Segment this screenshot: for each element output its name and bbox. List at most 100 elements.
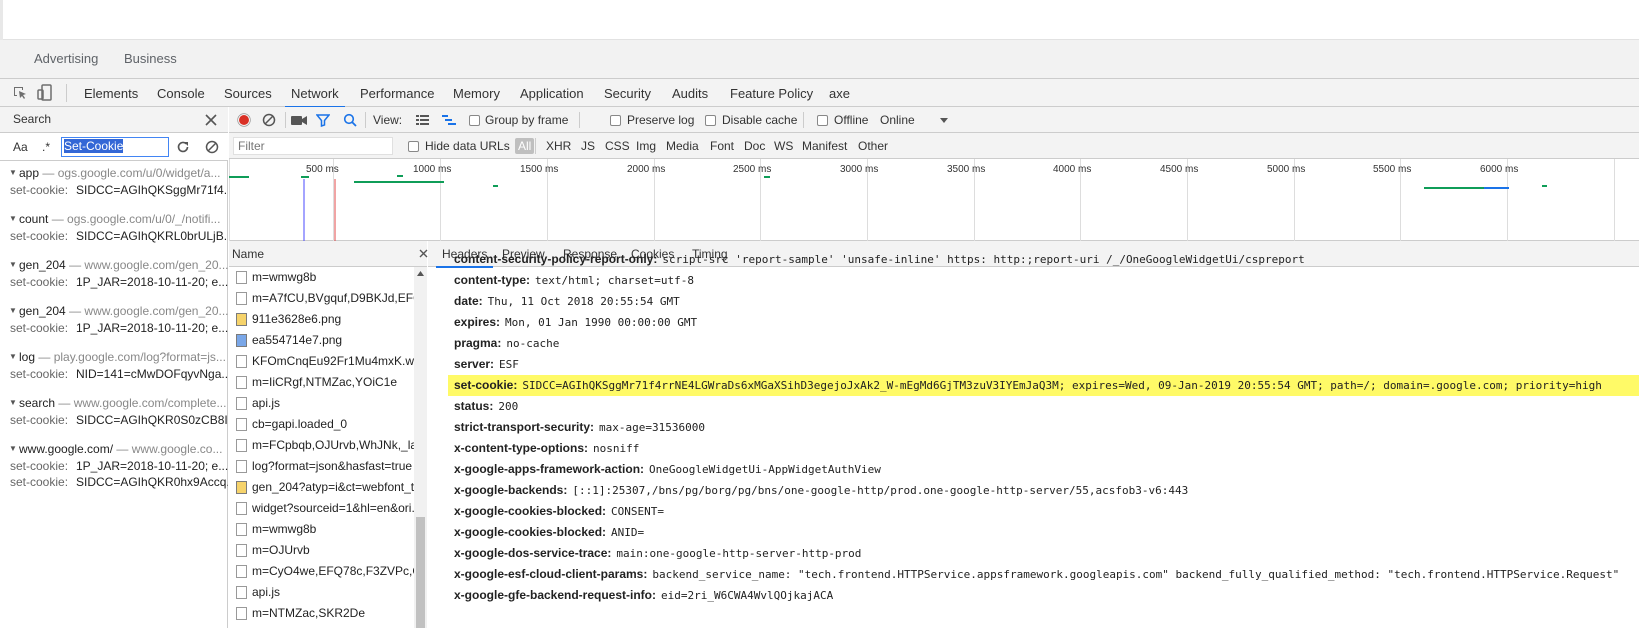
large-rows-icon[interactable] [416, 115, 429, 126]
hide-data-urls-label: Hide data URLs [425, 139, 510, 153]
header-row: expires: Mon, 01 Jan 1990 00:00:00 GMT [428, 312, 1639, 333]
match-case-toggle[interactable]: Aa [13, 140, 28, 154]
request-name: log?format=json&hasfast=true [252, 459, 413, 473]
filter-type-font[interactable]: Font [710, 139, 734, 153]
throttling-select[interactable]: Online [880, 113, 915, 127]
file-icon [236, 565, 247, 578]
screenshot-camera-icon[interactable] [291, 114, 307, 126]
request-name: m=OJUrvb [252, 543, 310, 557]
tab-elements[interactable]: Elements [84, 86, 138, 101]
advertising-link[interactable]: Advertising [34, 51, 98, 66]
scroll-up-arrow-icon[interactable] [417, 271, 424, 276]
request-row[interactable]: cb=gapi.loaded_0 [229, 414, 414, 435]
device-toolbar-icon[interactable] [37, 84, 53, 102]
search-result-line[interactable]: set-cookie: 1P_JAR=2018-10-11-20; e... [0, 459, 228, 475]
search-result-line[interactable]: set-cookie: NID=141=cMwDOFqyvNga... [0, 367, 228, 383]
filter-type-all[interactable]: All [515, 138, 535, 154]
refresh-icon[interactable] [176, 140, 190, 154]
search-input[interactable]: Set-Cookie [61, 137, 169, 157]
filter-type-ws[interactable]: WS [774, 139, 793, 153]
tab-performance[interactable]: Performance [360, 86, 434, 101]
tab-audits[interactable]: Audits [672, 86, 708, 101]
filter-type-media[interactable]: Media [666, 139, 699, 153]
search-result-line[interactable]: set-cookie: SIDCC=AGIhQKR0hx9Accq... [0, 475, 228, 491]
request-row[interactable]: m=A7fCU,BVgquf,D9BKJd,EFQ [229, 288, 414, 309]
search-result-title[interactable]: ▼ gen_204 — www.google.com/gen_20... [0, 257, 228, 275]
disable-cache-checkbox[interactable] [705, 115, 716, 126]
search-result-title[interactable]: ▼ search — www.google.com/complete... [0, 395, 228, 413]
match-key: set-cookie: [10, 229, 69, 243]
close-icon[interactable] [205, 114, 217, 126]
request-row[interactable]: log?format=json&hasfast=true [229, 456, 414, 477]
request-row[interactable]: m=CyO4we,EFQ78c,F3ZVPc,G. [229, 561, 414, 582]
search-result-line[interactable]: set-cookie: SIDCC=AGIhQKRL0brULjB... [0, 229, 228, 245]
clear-log-icon[interactable] [262, 113, 276, 127]
network-overview-timeline[interactable]: 500 ms 1000 ms 1500 ms 2000 ms 2500 ms 3… [229, 159, 1639, 241]
request-row[interactable]: m=NTMZac,SKR2De [229, 603, 414, 624]
filter-type-doc[interactable]: Doc [744, 139, 765, 153]
request-row[interactable]: KFOmCnqEu92Fr1Mu4mxK.w. [229, 351, 414, 372]
preserve-log-checkbox[interactable] [610, 115, 621, 126]
business-link[interactable]: Business [124, 51, 177, 66]
tab-axe[interactable]: axe [829, 86, 850, 101]
search-result-line[interactable]: set-cookie: 1P_JAR=2018-10-11-20; e... [0, 275, 228, 291]
request-row[interactable]: m=IiCRgf,NTMZac,YOiC1e [229, 372, 414, 393]
clear-icon[interactable] [205, 140, 219, 154]
search-result-group: ▼ gen_204 — www.google.com/gen_20... set-… [0, 303, 228, 337]
tab-network[interactable]: Network [285, 86, 345, 108]
tab-security[interactable]: Security [604, 86, 651, 101]
header-key: expires: [454, 315, 501, 329]
filter-type-manifest[interactable]: Manifest [802, 139, 847, 153]
request-row[interactable]: api.js [229, 582, 414, 603]
tab-feature-policy[interactable]: Feature Policy [730, 86, 813, 101]
filter-input[interactable] [233, 137, 393, 155]
filter-type-js[interactable]: JS [581, 139, 595, 153]
hide-data-urls-checkbox[interactable] [408, 141, 419, 152]
request-row[interactable]: m=OJUrvb [229, 540, 414, 561]
filter-icon[interactable] [316, 113, 330, 127]
search-result-line[interactable]: set-cookie: 1P_JAR=2018-10-11-20; e... [0, 321, 228, 337]
toolbar-divider [365, 112, 366, 128]
requests-scrollbar[interactable] [414, 267, 427, 628]
search-icon[interactable] [343, 113, 357, 127]
file-icon [236, 523, 247, 536]
header-row: status: 200 [428, 396, 1639, 417]
request-row[interactable]: gen_204?atyp=i&ct=webfont_t [229, 477, 414, 498]
filter-type-img[interactable]: Img [636, 139, 656, 153]
page-header-area [0, 0, 1639, 628]
filter-type-css[interactable]: CSS [605, 139, 630, 153]
search-result-title[interactable]: ▼ app — ogs.google.com/u/0/widget/a... [0, 165, 228, 183]
inspect-element-icon[interactable] [12, 85, 28, 101]
search-result-title[interactable]: ▼ gen_204 — www.google.com/gen_20... [0, 303, 228, 321]
regex-toggle[interactable]: .* [42, 140, 50, 154]
scrollbar-thumb[interactable] [416, 517, 425, 628]
offline-checkbox[interactable] [817, 115, 828, 126]
request-row[interactable]: 911e3628e6.png [229, 309, 414, 330]
search-result-title[interactable]: ▼ www.google.com/ — www.google.co... [0, 441, 228, 459]
filter-type-xhr[interactable]: XHR [546, 139, 571, 153]
request-row[interactable]: api.js [229, 393, 414, 414]
request-row[interactable]: ea554714e7.png [229, 330, 414, 351]
tab-application[interactable]: Application [520, 86, 584, 101]
request-row[interactable]: m=wmwg8b [229, 519, 414, 540]
request-row[interactable]: m=FCpbqb,OJUrvb,WhJNk,_lat [229, 435, 414, 456]
tab-console[interactable]: Console [157, 86, 205, 101]
dropdown-arrow-icon[interactable] [940, 118, 948, 123]
search-result-title[interactable]: ▼ count — ogs.google.com/u/0/_/notifi... [0, 211, 228, 229]
search-result-title[interactable]: ▼ log — play.google.com/log?format=js... [0, 349, 228, 367]
close-icon[interactable] [419, 249, 428, 258]
file-icon [236, 439, 247, 452]
waterfall-icon[interactable] [442, 115, 456, 126]
request-row[interactable]: m=wmwg8b [229, 267, 414, 288]
search-result-line[interactable]: set-cookie: SIDCC=AGIhQKR0S0zCB8I... [0, 413, 228, 429]
group-by-frame-checkbox[interactable] [469, 115, 480, 126]
record-icon[interactable] [237, 113, 251, 127]
expand-arrow-icon: ▼ [9, 306, 17, 315]
filter-type-other[interactable]: Other [858, 139, 888, 153]
match-key: set-cookie: [10, 183, 69, 197]
request-row[interactable]: widget?sourceid=1&hl=en&ori. [229, 498, 414, 519]
tab-sources[interactable]: Sources [224, 86, 272, 101]
name-column-header[interactable]: Name [229, 241, 427, 267]
tab-memory[interactable]: Memory [453, 86, 500, 101]
search-result-line[interactable]: set-cookie: SIDCC=AGIhQKSggMr71f4... [0, 183, 228, 199]
